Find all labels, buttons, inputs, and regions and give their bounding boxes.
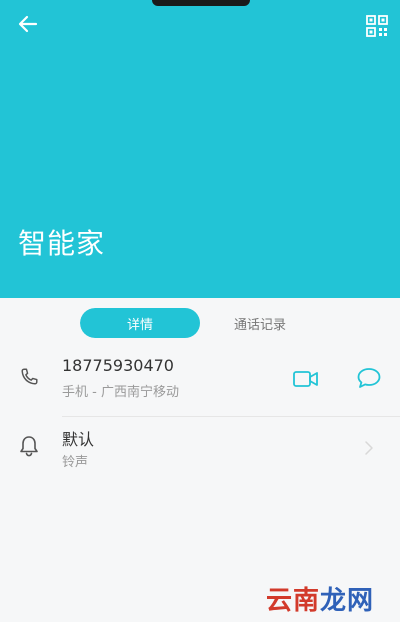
- ringtone-value: 默认: [62, 430, 95, 449]
- detail-tabs: 详情 通话记录: [80, 308, 320, 338]
- phone-label: 手机 - 广西南宁移动: [62, 385, 179, 400]
- ringtone-label: 铃声: [62, 455, 89, 470]
- phone-notch: [152, 0, 250, 6]
- watermark-logo: 云南龙网: [266, 580, 374, 617]
- message-icon[interactable]: [356, 366, 382, 390]
- contact-details: 详情 通话记录 18775930470 手机 - 广西南宁移动 默认 铃声: [0, 298, 400, 622]
- contact-name: 智能家: [18, 227, 106, 260]
- phone-icon: [21, 368, 38, 385]
- row-divider: [62, 416, 400, 417]
- phone-row[interactable]: 18775930470 手机 - 广西南宁移动: [0, 354, 400, 412]
- tab-details[interactable]: 详情: [80, 308, 200, 338]
- watermark-part-2: 龙网: [320, 586, 375, 616]
- qr-code-icon: [366, 15, 388, 37]
- chevron-right-icon: [365, 441, 373, 455]
- back-arrow-icon: [18, 15, 38, 33]
- bell-icon: [20, 436, 38, 457]
- watermark-part-1: 云南: [266, 586, 321, 616]
- back-button[interactable]: [14, 10, 42, 38]
- video-call-icon[interactable]: [292, 368, 320, 390]
- phone-number: 18775930470: [62, 356, 174, 375]
- contact-header: 智能家: [0, 0, 400, 298]
- tab-call-log[interactable]: 通话记录: [200, 308, 320, 338]
- qr-code-button[interactable]: [364, 13, 390, 39]
- ringtone-row[interactable]: 默认 铃声: [0, 424, 400, 482]
